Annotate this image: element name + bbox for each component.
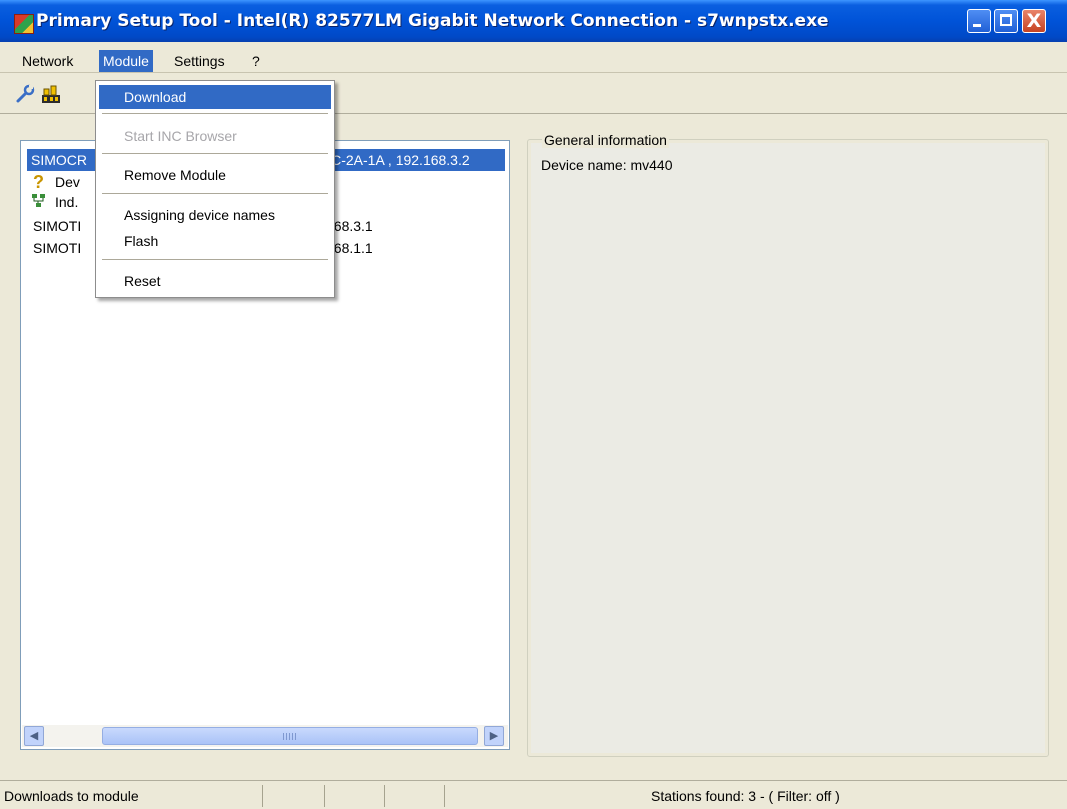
main-window: Primary Setup Tool - Intel(R) 82577LM Gi… [0, 0, 1067, 809]
question-icon: ? [33, 172, 44, 192]
menu-separator [102, 113, 328, 114]
tree-row-interface[interactable]: Ind. [29, 191, 78, 213]
scroll-right-button[interactable]: ▶ [484, 726, 504, 746]
menu-bar: Network Module Settings ? [0, 42, 1067, 73]
menu-item-flash[interactable]: Flash [99, 229, 331, 253]
device-name-label: Device name: [541, 157, 627, 173]
menu-item-assign-device-names[interactable]: Assigning device names [99, 203, 331, 227]
tree-row-label: SIMOTI [33, 218, 82, 234]
device-name-value: mv440 [630, 157, 673, 173]
menu-separator [102, 153, 328, 154]
stations-found: Stations found: 3 - ( Filter: off ) [444, 785, 1067, 807]
browse-network-icon[interactable] [40, 83, 62, 105]
general-information-group: Device name: mv440 General information [527, 132, 1049, 757]
tree-row-address: DC-2A-1A , 192.168.3.2 [321, 152, 470, 168]
scroll-left-button[interactable]: ◀ [24, 726, 44, 746]
menu-help[interactable]: ? [248, 50, 264, 72]
close-icon: X [1026, 10, 1042, 32]
status-cell-empty [384, 785, 444, 807]
wrench-icon[interactable] [14, 83, 36, 105]
module-menu: Download Start INC Browser Remove Module… [95, 80, 335, 298]
minimize-icon [973, 24, 981, 27]
maximize-button[interactable] [994, 9, 1018, 33]
menu-item-start-inc-browser: Start INC Browser [124, 128, 237, 144]
title-bar[interactable]: Primary Setup Tool - Intel(R) 82577LM Gi… [0, 0, 1067, 42]
menu-separator [102, 259, 328, 260]
tree-row-device[interactable]: ? Dev [29, 171, 80, 193]
app-icon[interactable] [14, 14, 34, 34]
status-message: Downloads to module [4, 788, 139, 804]
status-cell-empty [262, 785, 324, 807]
minimize-button[interactable] [967, 9, 991, 33]
menu-settings[interactable]: Settings [170, 50, 229, 72]
menu-module[interactable]: Module [99, 50, 153, 72]
info-panel-body: Device name: mv440 [531, 143, 1045, 753]
group-legend: General information [542, 132, 669, 148]
network-interface-icon [32, 194, 45, 207]
tree-row-label: SIMOCR [31, 152, 87, 168]
maximize-icon [1000, 14, 1012, 26]
status-cell-empty [324, 785, 384, 807]
menu-separator [102, 193, 328, 194]
device-name-line: Device name: mv440 [541, 157, 673, 173]
grip-icon [283, 733, 297, 740]
menu-item-reset[interactable]: Reset [99, 269, 331, 293]
scroll-thumb[interactable] [102, 727, 478, 745]
menu-item-download[interactable]: Download [99, 85, 331, 109]
menu-item-remove-module[interactable]: Remove Module [99, 163, 331, 187]
close-button[interactable]: X [1022, 9, 1046, 33]
horizontal-scrollbar[interactable]: ◀ ▶ [22, 725, 508, 747]
status-bar: Downloads to module Stations found: 3 - … [0, 780, 1067, 809]
window-title: Primary Setup Tool - Intel(R) 82577LM Gi… [36, 11, 829, 31]
tree-row-label: SIMOTI [33, 240, 82, 256]
menu-network[interactable]: Network [18, 50, 77, 72]
